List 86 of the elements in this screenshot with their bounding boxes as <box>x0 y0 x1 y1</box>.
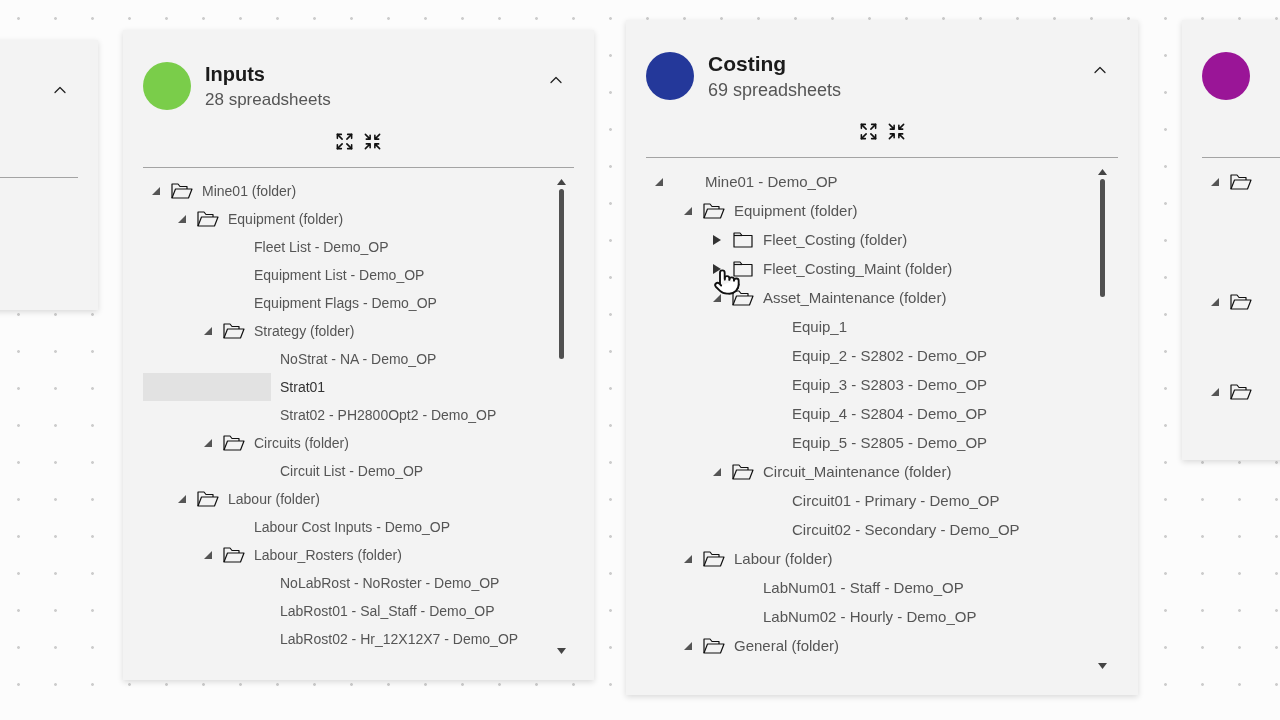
tree-item[interactable]: Strat02 - PH2800Opt2 - Demo_OP <box>280 408 497 422</box>
tree-item[interactable]: Circuits (folder) <box>254 436 349 450</box>
tree-item[interactable]: Circuit List - Demo_OP <box>280 464 424 478</box>
expanded-triangle-icon[interactable] <box>1211 178 1219 186</box>
expanded-triangle-icon[interactable] <box>178 495 186 503</box>
tree-item[interactable]: Equipment Flags - Demo_OP <box>254 296 437 310</box>
tree-item[interactable]: Equip_2 - S2802 - Demo_OP <box>792 348 988 363</box>
tree-item[interactable]: Strategy (folder) <box>254 324 355 338</box>
collapsed-triangle-icon[interactable] <box>713 263 721 274</box>
scroll-down-arrow-icon[interactable] <box>556 648 566 654</box>
open-folder-icon <box>703 202 725 219</box>
folder-icon <box>733 260 753 277</box>
collapsed-triangle-icon[interactable] <box>713 234 721 245</box>
tree-item[interactable]: Equipment List - Demo_OP <box>254 268 425 282</box>
expand-arrows-icon <box>335 131 354 151</box>
collapse-all-button[interactable] <box>886 121 906 141</box>
tree-item[interactable]: Circuit_Maintenance (folder) <box>763 464 952 479</box>
expanded-triangle-icon[interactable] <box>713 293 721 302</box>
card-title: Inputs <box>205 62 266 87</box>
tree-item[interactable]: LabRost02 - Hr_12X12X7 - Demo_OP <box>280 632 519 646</box>
tree-item[interactable]: LabNum02 - Hourly - Demo_OP <box>763 609 977 624</box>
tree-item[interactable]: Labour_Rosters (folder) <box>254 548 402 562</box>
tree-item[interactable]: Asset_Maintenance (folder) <box>763 290 947 305</box>
open-folder-icon <box>703 550 725 567</box>
open-folder-icon <box>732 463 754 480</box>
expanded-triangle-icon[interactable] <box>204 551 212 559</box>
tree-item[interactable]: Mine01 (folder) <box>202 184 297 198</box>
open-folder-icon <box>1230 174 1252 190</box>
tree-item[interactable]: Labour Cost Inputs - Demo_OP <box>254 520 451 534</box>
expanded-triangle-icon[interactable] <box>1211 388 1219 396</box>
tree-item[interactable]: NoStrat - NA - Demo_OP <box>280 352 437 366</box>
tree-item[interactable]: Equip_1 <box>792 319 848 334</box>
expanded-triangle-icon[interactable] <box>684 206 692 215</box>
tree-item[interactable]: Equip_4 - S2804 - Demo_OP <box>792 406 988 421</box>
card-title: Costing <box>708 51 788 77</box>
tree-item[interactable]: Equipment (folder) <box>228 212 344 226</box>
scroll-down-arrow-icon[interactable] <box>1097 663 1107 669</box>
tree-item[interactable]: Fleet List - Demo_OP <box>254 240 389 254</box>
expanded-triangle-icon[interactable] <box>713 467 721 476</box>
scrollbar-thumb[interactable] <box>558 189 564 359</box>
open-folder-icon <box>732 289 754 306</box>
tree-item[interactable]: General (folder) <box>734 638 840 653</box>
open-folder-icon <box>223 547 245 563</box>
expanded-triangle-icon[interactable] <box>204 439 212 447</box>
open-folder-icon <box>223 435 245 451</box>
expanded-triangle-icon[interactable] <box>178 215 186 223</box>
tree-item[interactable]: Mine01 - Demo_OP <box>705 174 838 189</box>
expand-all-button[interactable] <box>334 131 355 151</box>
scrollbar-thumb[interactable] <box>1099 179 1105 297</box>
spreadsheet-count: 28 spreadsheets <box>205 89 331 111</box>
folder-icon <box>733 231 753 248</box>
tree-item[interactable]: LabNum01 - Staff - Demo_OP <box>763 580 964 595</box>
open-folder-icon <box>197 491 219 507</box>
scroll-up-arrow-icon[interactable] <box>1097 169 1107 175</box>
expand-all-button[interactable] <box>858 121 878 141</box>
expanded-triangle-icon[interactable] <box>204 327 212 335</box>
expanded-triangle-icon[interactable] <box>684 641 692 650</box>
open-folder-icon <box>197 211 219 227</box>
scroll-up-arrow-icon[interactable] <box>556 179 566 185</box>
collapse-all-button[interactable] <box>362 131 383 151</box>
spreadsheet-count: 69 spreadsheets <box>708 79 842 102</box>
expanded-triangle-icon[interactable] <box>684 554 692 563</box>
tree-item[interactable]: Equip_3 - S2803 - Demo_OP <box>792 377 988 392</box>
shrink-arrows-icon <box>363 131 382 151</box>
expanded-triangle-icon[interactable] <box>655 177 663 186</box>
open-folder-icon <box>171 183 193 199</box>
tree-item[interactable]: Circuit01 - Primary - Demo_OP <box>792 493 1000 508</box>
hand-cursor-icon <box>713 268 741 296</box>
tree-item[interactable]: Equipment (folder) <box>734 203 858 218</box>
tree-item[interactable]: NoLabRost - NoRoster - Demo_OP <box>280 576 500 590</box>
tree-item[interactable]: LabRost01 - Sal_Staff - Demo_OP <box>280 604 495 618</box>
open-folder-icon <box>1230 294 1252 310</box>
tree-item[interactable]: Equip_5 - S2805 - Demo_OP <box>792 435 988 450</box>
tree-item[interactable]: Fleet_Costing_Maint (folder) <box>763 261 953 276</box>
open-folder-icon <box>703 637 725 654</box>
shrink-arrows-icon <box>886 121 906 141</box>
expanded-triangle-icon[interactable] <box>1211 298 1219 306</box>
open-folder-icon <box>223 323 245 339</box>
tree-item[interactable]: Strat01 <box>280 380 326 394</box>
tree-item[interactable]: Fleet_Costing (folder) <box>763 232 908 247</box>
tree-item[interactable]: Circuit02 - Secondary - Demo_OP <box>792 522 1020 537</box>
tree-item[interactable]: Labour (folder) <box>228 492 320 506</box>
expanded-triangle-icon[interactable] <box>152 187 160 195</box>
open-folder-icon <box>1230 384 1252 400</box>
tree-item[interactable]: Labour (folder) <box>734 551 833 566</box>
expand-arrows-icon <box>858 121 878 141</box>
